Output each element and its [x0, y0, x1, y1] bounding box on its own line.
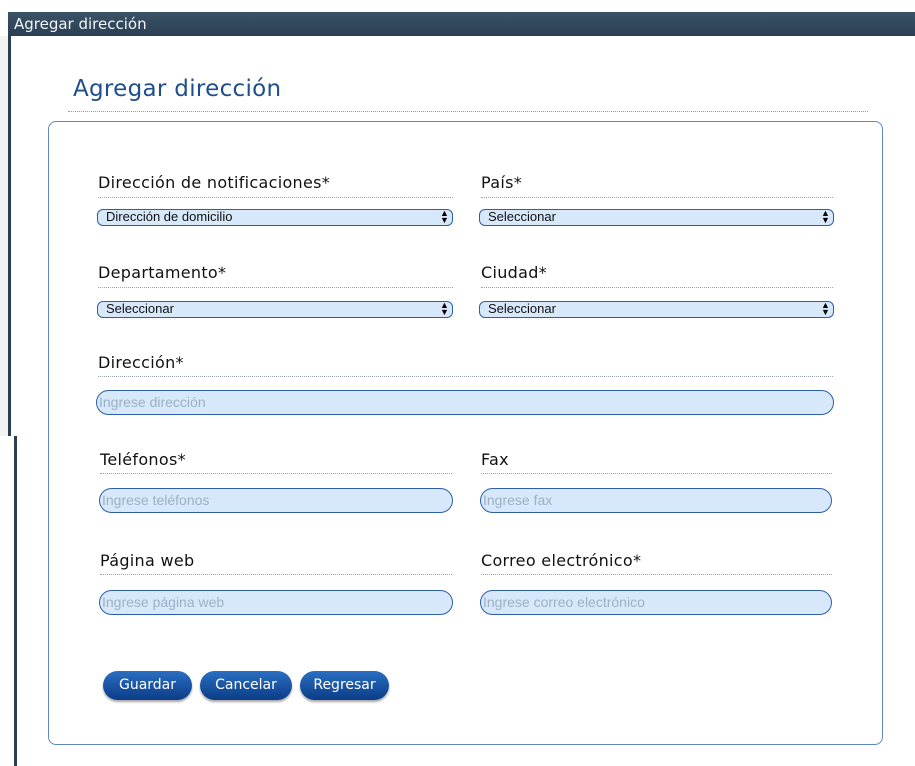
divider [100, 574, 452, 575]
fax-label: Fax [481, 450, 509, 469]
email-input[interactable]: Ingrese correo electrónico [480, 590, 832, 615]
back-button[interactable]: Regresar [300, 671, 389, 700]
divider [98, 287, 453, 288]
country-label: País* [481, 173, 523, 192]
window-title: Agregar dirección [14, 15, 147, 33]
up-down-arrows-icon: ▲ ▼ [440, 208, 449, 225]
window-left-border [8, 36, 11, 436]
phones-label: Teléfonos* [100, 450, 186, 469]
department-select[interactable]: Seleccionar ▲ ▼ [97, 301, 453, 318]
notification-address-value: Dirección de domicilio [106, 209, 233, 224]
window-gap [0, 436, 14, 766]
save-button[interactable]: Guardar [103, 671, 192, 700]
notification-address-select[interactable]: Dirección de domicilio ▲ ▼ [97, 209, 453, 226]
window-left-border-lower [14, 436, 17, 766]
cancel-button[interactable]: Cancelar [200, 671, 292, 700]
city-value: Seleccionar [488, 301, 556, 316]
email-label: Correo electrónico* [481, 551, 642, 570]
city-label: Ciudad* [481, 263, 547, 282]
window-titlebar: Agregar dirección [8, 12, 915, 36]
title-divider [68, 111, 868, 112]
divider [98, 197, 453, 198]
divider [481, 287, 833, 288]
address-label: Dirección* [98, 353, 184, 372]
fax-input[interactable]: Ingrese fax [480, 488, 832, 513]
divider [100, 473, 452, 474]
up-down-arrows-icon: ▲ ▼ [821, 208, 830, 225]
up-down-arrows-icon: ▲ ▼ [440, 300, 449, 317]
window-left-edge [0, 36, 8, 436]
country-select[interactable]: Seleccionar ▲ ▼ [479, 209, 834, 226]
notification-address-label: Dirección de notificaciones* [98, 173, 331, 192]
website-label: Página web [100, 551, 195, 570]
country-value: Seleccionar [488, 209, 556, 224]
phones-input[interactable]: Ingrese teléfonos [99, 488, 453, 513]
address-input[interactable]: Ingrese dirección [96, 390, 834, 415]
divider [98, 376, 833, 377]
divider [481, 197, 833, 198]
up-down-arrows-icon: ▲ ▼ [821, 300, 830, 317]
divider [481, 473, 832, 474]
city-select[interactable]: Seleccionar ▲ ▼ [479, 301, 834, 318]
page-title: Agregar dirección [73, 76, 282, 102]
department-value: Seleccionar [106, 301, 174, 316]
department-label: Departamento* [98, 263, 227, 282]
divider [481, 574, 832, 575]
website-input[interactable]: Ingrese página web [99, 590, 453, 615]
